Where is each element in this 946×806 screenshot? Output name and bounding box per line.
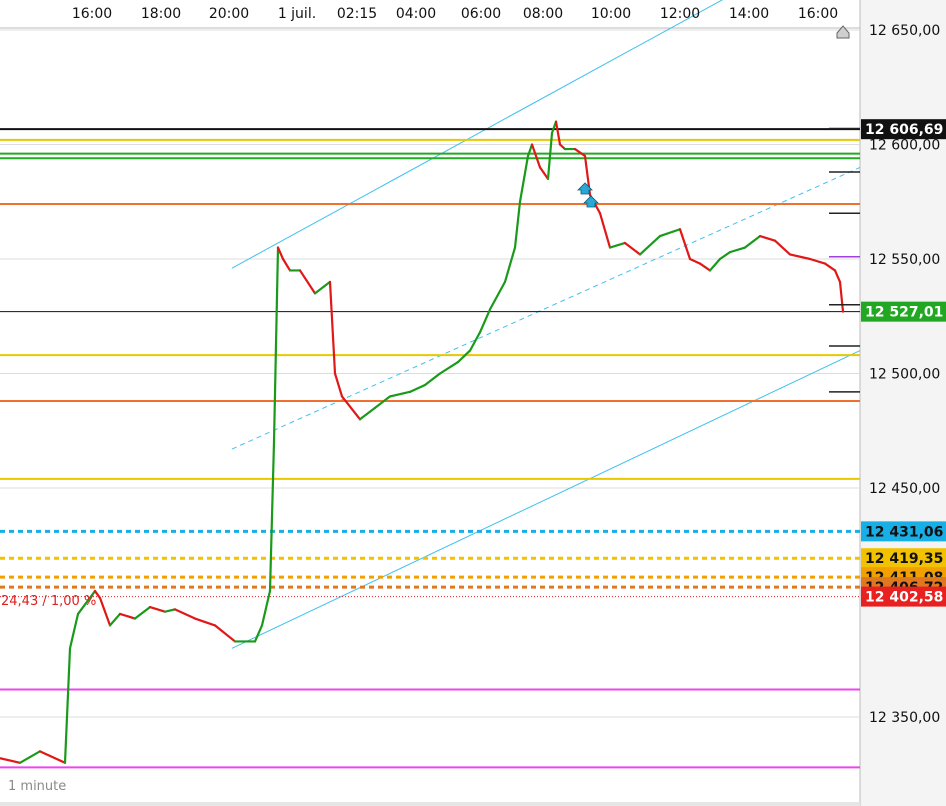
- y-tick-label: 12 550,00: [869, 252, 940, 268]
- x-tick-label: 10:00: [591, 6, 631, 22]
- x-tick-label: 04:00: [396, 6, 436, 22]
- timeframe-label: 1 minute: [8, 779, 66, 794]
- price-badge-label: 12 419,35: [865, 551, 943, 567]
- x-tick-label: 16:00: [72, 6, 112, 22]
- x-tick-label: 16:00: [798, 6, 838, 22]
- y-tick-label: 12 650,00: [869, 23, 940, 39]
- x-tick-label: 12:00: [660, 6, 700, 22]
- x-tick-label: 08:00: [523, 6, 563, 22]
- price-badge-label: 12 431,06: [865, 524, 943, 540]
- x-tick-label: 18:00: [141, 6, 181, 22]
- y-tick-label: 12 350,00: [869, 710, 940, 726]
- x-tick-label: 14:00: [729, 6, 769, 22]
- percent-annotation: 24,43 / 1,00 %: [1, 594, 96, 609]
- y-tick-label: 12 500,00: [869, 367, 940, 383]
- y-tick-label: 12 600,00: [869, 138, 940, 154]
- price-chart[interactable]: 16:00 18:00 20:00 1 juil. 02:15 04:00 06:00 08:…: [0, 0, 946, 806]
- x-tick-label: 20:00: [209, 6, 249, 22]
- price-badge-label: 12 527,01: [865, 305, 943, 321]
- price-badge-label: 12 606,69: [865, 122, 943, 138]
- chart-background: [0, 0, 946, 806]
- x-tick-label: 06:00: [461, 6, 501, 22]
- x-tick-label: 1 juil.: [278, 6, 316, 22]
- y-tick-label: 12 450,00: [869, 481, 940, 497]
- x-tick-label: 02:15: [337, 6, 377, 22]
- bottom-bar: [0, 802, 860, 806]
- price-badge-label: 12 402,58: [865, 590, 943, 606]
